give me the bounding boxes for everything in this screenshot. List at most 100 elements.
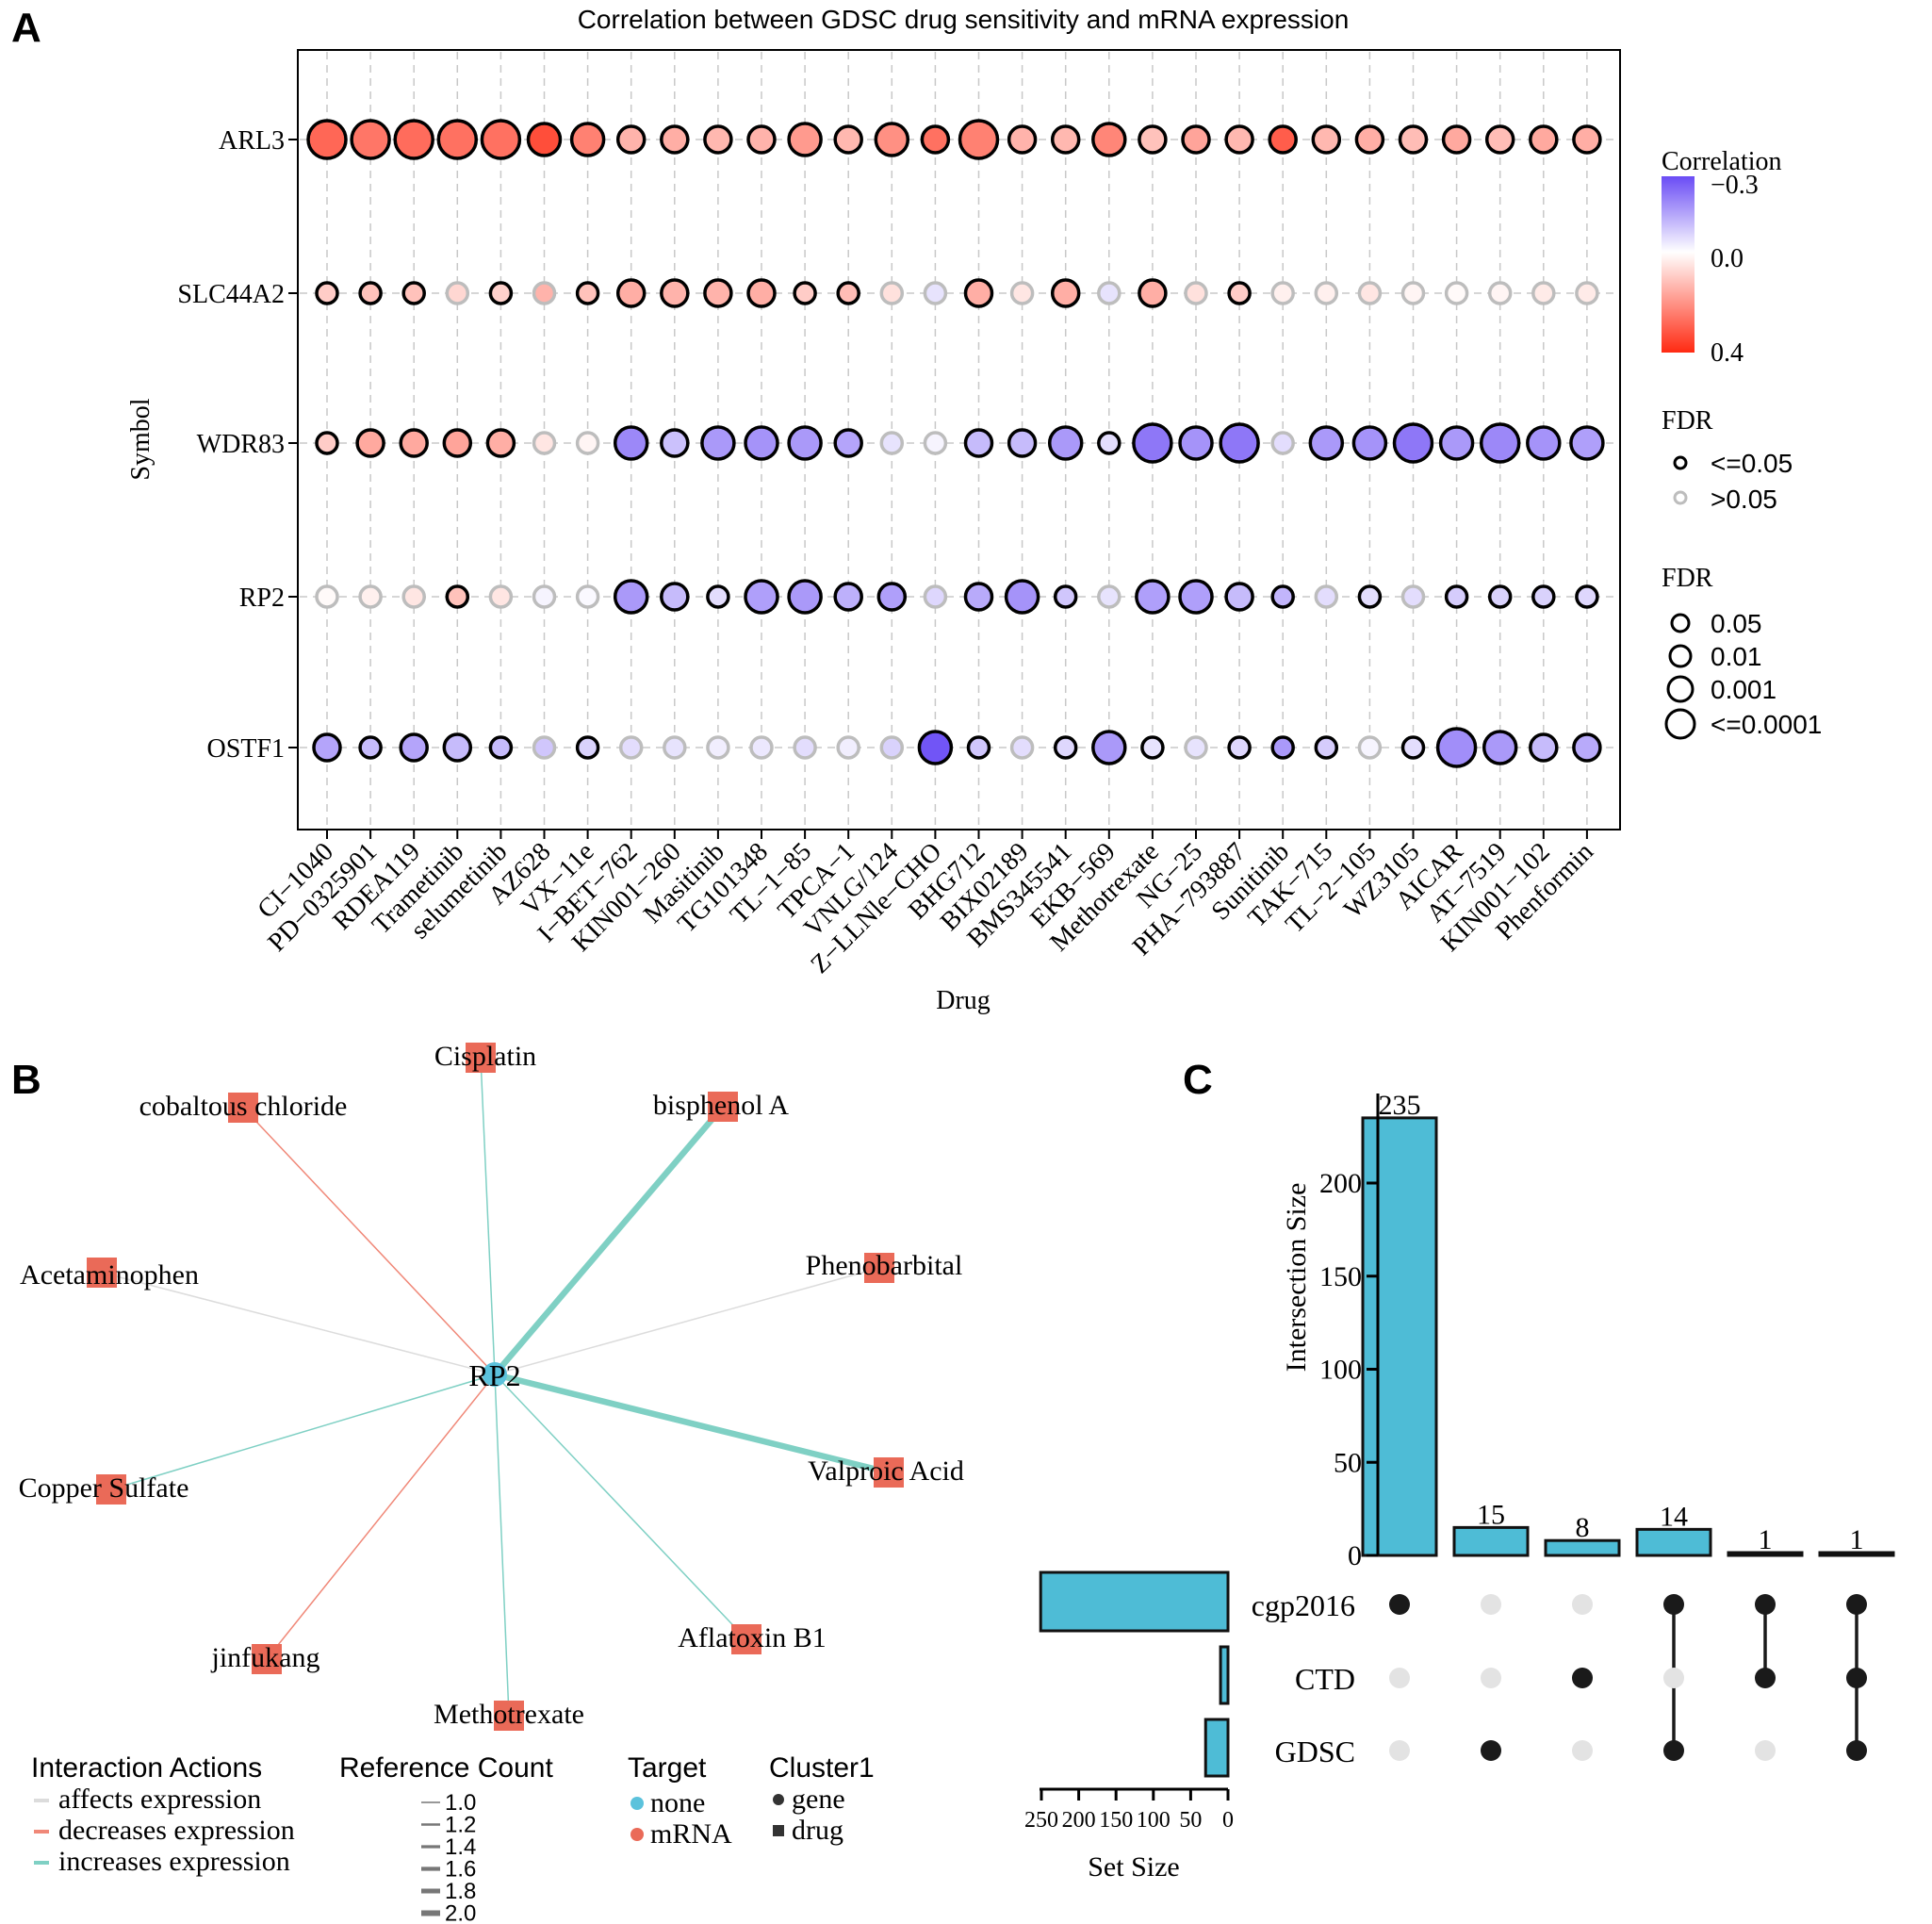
data-point	[1314, 735, 1339, 760]
data-point	[1132, 422, 1173, 464]
data-point	[1482, 730, 1518, 765]
data-point	[1392, 422, 1434, 464]
membership-dot-inactive	[1663, 1668, 1684, 1688]
data-point	[793, 281, 817, 305]
dot-plot-title: Correlation between GDSC drug sensitivit…	[578, 5, 1350, 34]
data-point	[1351, 425, 1388, 461]
data-point	[1270, 735, 1295, 760]
data-point	[485, 428, 516, 458]
data-point	[749, 735, 774, 760]
data-point	[1047, 425, 1084, 461]
data-point	[358, 281, 383, 305]
reference-count-legend-title: Reference Count	[339, 1752, 553, 1784]
fdr-size-legend-title: FDR	[1662, 564, 1713, 593]
data-point	[1572, 124, 1602, 155]
y-tick-label: OSTF1	[207, 734, 285, 764]
data-point	[879, 431, 905, 455]
upset-set-size-bars: 250 200 150 100 50 0	[1024, 1570, 1234, 1833]
network-edge	[494, 1373, 747, 1640]
reference-count-label: 2.0	[445, 1901, 476, 1924]
intersection-bar-value: 1	[1850, 1524, 1864, 1555]
membership-dot-inactive	[1481, 1594, 1501, 1615]
data-point	[1227, 735, 1252, 760]
data-point	[787, 425, 823, 461]
data-point	[480, 119, 522, 160]
fdr-size-label: 0.001	[1711, 675, 1776, 704]
network-edge	[242, 1107, 496, 1375]
intersection-bar	[1452, 1525, 1530, 1557]
data-point	[1311, 124, 1342, 155]
data-point	[1097, 431, 1122, 455]
upset-intersection-bars: 235 15 8 14 1 1	[1361, 1090, 1895, 1557]
membership-dot-active	[1846, 1740, 1867, 1761]
data-point	[1181, 124, 1211, 155]
y-tick-label: WDR83	[197, 430, 285, 459]
data-point	[1438, 425, 1475, 461]
data-point	[660, 124, 690, 155]
data-point	[401, 281, 426, 305]
dot-plot-x-label: Drug	[936, 986, 991, 1015]
set-size-tick-label: 150	[1099, 1808, 1133, 1833]
target-legend-title: Target	[628, 1752, 707, 1784]
data-point	[1091, 122, 1127, 157]
membership-dot-active	[1755, 1668, 1776, 1688]
data-point	[1357, 735, 1383, 760]
data-point	[660, 582, 690, 612]
network-edge	[480, 1057, 496, 1375]
data-point	[1444, 281, 1469, 305]
dot-plot-y-label: Symbol	[126, 398, 156, 480]
data-point	[1178, 579, 1214, 615]
target-label: mRNA	[650, 1818, 732, 1850]
data-point	[787, 579, 823, 615]
network-legend: Interaction Actions Reference Count Targ…	[31, 1752, 875, 1924]
data-point	[1135, 579, 1171, 615]
correlation-tick-min: −0.3	[1711, 171, 1759, 200]
y-tick-label: 200	[1319, 1168, 1362, 1199]
data-point	[445, 584, 470, 609]
data-point	[923, 584, 948, 609]
dot-plot-dots	[306, 119, 1605, 768]
target-key	[630, 1828, 644, 1841]
network-edge	[494, 1373, 510, 1717]
target-key	[630, 1797, 644, 1810]
data-point	[613, 579, 649, 615]
data-point	[1529, 732, 1559, 763]
set-size-bar	[1203, 1718, 1230, 1778]
data-point	[876, 582, 908, 612]
data-point	[1575, 584, 1599, 609]
data-point	[532, 735, 557, 760]
data-point	[1178, 425, 1214, 461]
panel-label-a: A	[11, 5, 41, 51]
data-point	[1270, 281, 1295, 305]
dot-plot-x-axis: CI−1040PD−0325901RDEA119Trametinibselume…	[252, 830, 1599, 979]
membership-dot-inactive	[1572, 1594, 1593, 1615]
data-point	[615, 278, 647, 308]
membership-dot-active	[1572, 1668, 1593, 1688]
data-point	[315, 584, 339, 609]
data-point	[958, 119, 1000, 160]
data-point	[1097, 584, 1122, 609]
drug-node-label: Aflatoxin B1	[678, 1622, 827, 1653]
data-point	[1050, 278, 1081, 308]
target-label: none	[650, 1787, 705, 1818]
data-point	[532, 431, 557, 455]
data-point	[1569, 425, 1605, 461]
intersection-bar-value: 15	[1477, 1499, 1505, 1530]
data-point	[879, 735, 905, 760]
data-point	[1357, 584, 1383, 609]
upset-panel: 23515 8 141 1 050100150200 Intersection Siz…	[1024, 1090, 1895, 1883]
data-point	[1053, 735, 1078, 760]
fdr-nonsignificant-label: >0.05	[1711, 485, 1777, 514]
data-point	[1487, 281, 1513, 305]
data-point	[575, 281, 600, 305]
cluster-drug-key	[773, 1825, 784, 1836]
data-point	[1138, 124, 1168, 155]
intersection-bar-value: 14	[1660, 1501, 1688, 1532]
set-size-tick-label: 0	[1222, 1808, 1234, 1833]
data-point	[1308, 425, 1345, 461]
fdr-nonsignificant-key	[1673, 490, 1688, 505]
data-point	[920, 124, 951, 155]
cluster-label: gene	[792, 1784, 845, 1815]
data-point	[575, 584, 600, 609]
set-size-tick-label: 100	[1137, 1808, 1171, 1833]
